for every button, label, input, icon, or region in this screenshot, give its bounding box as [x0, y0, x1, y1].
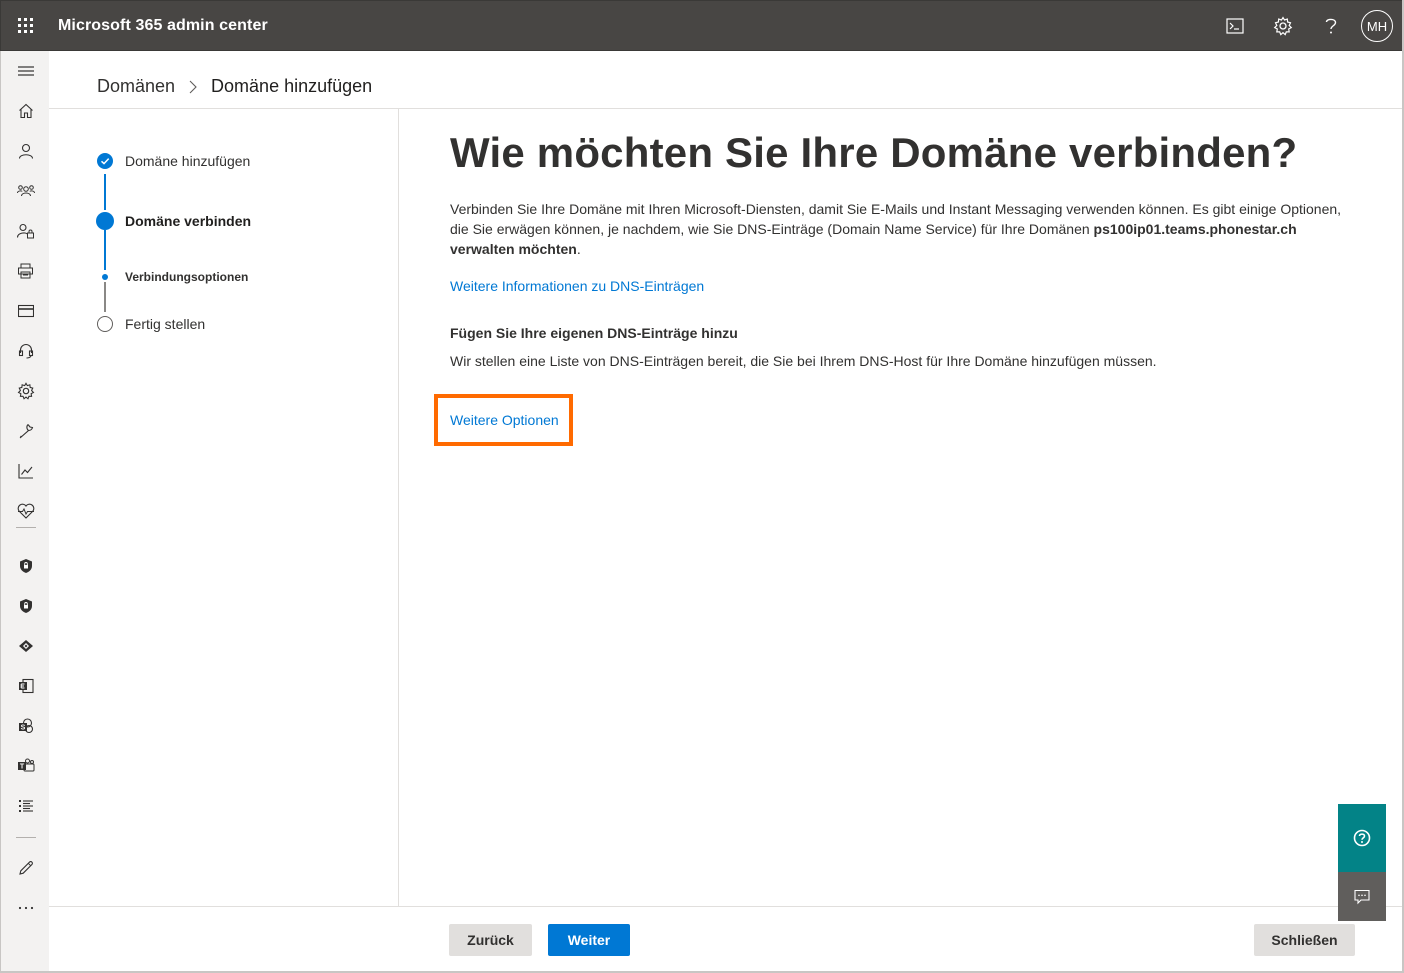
- breadcrumb: Domänen Domäne hinzufügen: [97, 76, 372, 97]
- roles-icon[interactable]: [1, 211, 50, 251]
- help-circle-icon: [1353, 829, 1371, 847]
- back-button[interactable]: Zurück: [449, 924, 532, 956]
- next-button[interactable]: Weiter: [548, 924, 630, 956]
- setup-icon[interactable]: [1, 411, 50, 451]
- step-connector: [104, 230, 106, 270]
- app-title[interactable]: Microsoft 365 admin center: [58, 17, 268, 35]
- sharepoint-icon[interactable]: S: [1, 706, 50, 746]
- step-label-finish: Fertig stellen: [125, 316, 206, 332]
- compliance-icon[interactable]: [1, 586, 50, 626]
- waffle-icon: [17, 18, 33, 33]
- chat-icon: [1354, 889, 1370, 904]
- highlight-box: Weitere Optionen: [434, 394, 573, 446]
- reports-icon[interactable]: [1, 451, 50, 491]
- help-float-button[interactable]: [1338, 804, 1386, 872]
- app-launcher-button[interactable]: [1, 1, 49, 51]
- home-icon[interactable]: [1, 91, 50, 131]
- exchange-icon[interactable]: [1, 666, 50, 706]
- more-icon[interactable]: [1, 888, 50, 928]
- step-label-add-domain: Domäne hinzufügen: [125, 153, 251, 169]
- breadcrumb-current: Domäne hinzufügen: [211, 76, 373, 96]
- terminal-icon[interactable]: [1211, 1, 1259, 51]
- chevron-right-icon: [189, 80, 197, 94]
- endpoint-manager-icon[interactable]: [1, 626, 50, 666]
- support-icon[interactable]: [1, 331, 50, 371]
- resources-icon[interactable]: [1, 251, 50, 291]
- avatar[interactable]: MH: [1361, 10, 1393, 42]
- all-admin-centers-icon[interactable]: [1, 786, 50, 826]
- step-current-icon: [96, 212, 114, 230]
- option-heading: Fügen Sie Ihre eigenen DNS-Einträge hinz…: [450, 325, 738, 341]
- intro-suffix: .: [576, 241, 581, 257]
- settings-icon[interactable]: [1, 371, 50, 411]
- option-description: Wir stellen eine Liste von DNS-Einträgen…: [450, 353, 1157, 369]
- step-connector: [104, 282, 106, 312]
- hamburger-icon[interactable]: [1, 51, 50, 91]
- step-connector: [104, 174, 106, 210]
- customize-icon[interactable]: [1, 848, 50, 888]
- billing-icon[interactable]: [1, 291, 50, 331]
- intro-text: Verbinden Sie Ihre Domäne mit Ihren Micr…: [450, 199, 1355, 259]
- more-options-link[interactable]: Weitere Optionen: [450, 412, 559, 428]
- left-nav: S T: [0, 51, 49, 973]
- svg-text:S: S: [20, 725, 25, 732]
- settings-icon[interactable]: [1259, 1, 1307, 51]
- svg-text:T: T: [19, 764, 24, 771]
- wizard-stepper: Domäne hinzufügen Domäne verbinden Verbi…: [49, 109, 399, 906]
- security-icon[interactable]: [1, 546, 50, 586]
- feedback-float-button[interactable]: [1338, 872, 1386, 921]
- user-icon[interactable]: [1, 131, 50, 171]
- breadcrumb-parent[interactable]: Domänen: [97, 76, 175, 97]
- page-title: Wie möchten Sie Ihre Domäne verbinden?: [450, 129, 1298, 176]
- step-done-icon: [97, 153, 113, 169]
- footer-divider: [49, 906, 1402, 907]
- substep-dot-icon: [102, 274, 108, 280]
- groups-icon[interactable]: [1, 171, 50, 211]
- step-label-connect-domain: Domäne verbinden: [125, 213, 252, 229]
- help-icon[interactable]: [1307, 1, 1355, 51]
- health-icon[interactable]: [1, 491, 50, 531]
- top-bar: Microsoft 365 admin center MH: [0, 0, 1404, 51]
- dns-info-link[interactable]: Weitere Informationen zu DNS-Einträgen: [450, 278, 704, 294]
- teams-icon[interactable]: T: [1, 746, 50, 786]
- step-pending-icon: [97, 316, 113, 332]
- step-label-connection-options: Verbindungsoptionen: [125, 270, 249, 284]
- close-button[interactable]: Schließen: [1254, 924, 1355, 956]
